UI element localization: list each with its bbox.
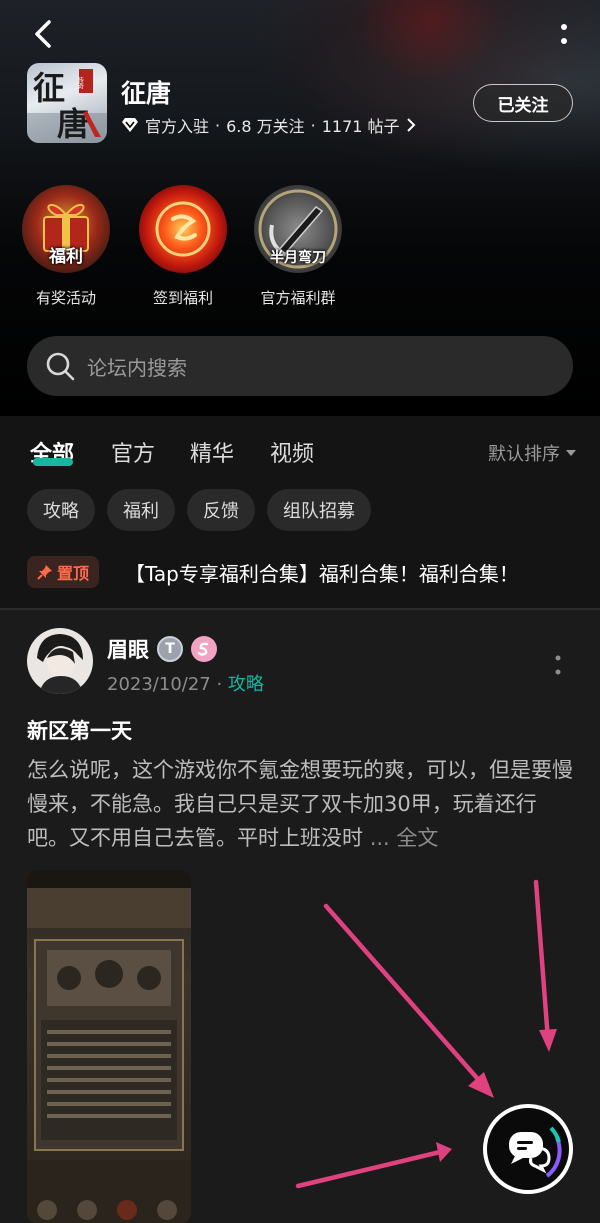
back-button[interactable] [28, 18, 60, 50]
active-tab-indicator [33, 458, 73, 466]
post-date: 2023/10/27 [107, 674, 211, 695]
post-author[interactable]: 眉眼 T [107, 634, 217, 664]
logo-char-1: 征 [33, 69, 65, 107]
chat-fab-button[interactable] [483, 1104, 573, 1194]
pinned-post[interactable]: 置顶 【Tap专享福利合集】福利合集！福利合集！ [27, 555, 573, 589]
post-tag[interactable]: 攻略 [228, 674, 264, 695]
shortcut-icon-text: 福利 [49, 247, 83, 267]
shortcut-official-group[interactable]: 半月弯刀 官方福利群 [254, 185, 342, 308]
shortcut-label: 官方福利群 [260, 289, 336, 307]
post-title: 新区第一天 [27, 719, 132, 743]
author-name: 眉眼 [107, 638, 149, 662]
chip-feedback[interactable]: 反馈 [187, 489, 255, 531]
forum-search-bar[interactable]: 论坛内搜索 [27, 336, 573, 396]
blade-icon: 半月弯刀 [254, 185, 342, 273]
post-body: 怎么说呢，这个游戏你不氪金想要玩的爽，可以，但是要慢慢来，不能急。我自己只是买了… [27, 753, 575, 855]
shortcut-rewards[interactable]: 福利 有奖活动 [22, 185, 110, 308]
forum-header: 征 唐 传奇 征唐 官方入驻 · 6.8 万关注 · 1171 帖子 已关注 福… [0, 0, 600, 416]
shortcut-icon-text: 半月弯刀 [270, 250, 326, 266]
post-body-text: 怎么说呢，这个游戏你不氪金想要玩的爽，可以，但是要慢慢来，不能急。我自己只是买了… [27, 758, 573, 850]
avatar[interactable] [27, 628, 93, 694]
tab-featured[interactable]: 精华 [190, 436, 234, 468]
shortcut-label: 有奖活动 [35, 289, 96, 307]
chip-welfare[interactable]: 福利 [107, 489, 175, 531]
sort-label: 默认排序 [488, 444, 560, 465]
post-more-button[interactable] [554, 654, 562, 676]
checkin-seal-icon [139, 185, 227, 273]
pinned-badge: 置顶 [27, 556, 100, 588]
more-vertical-icon [561, 24, 567, 44]
logo-char-2: 唐 [57, 105, 89, 143]
gift-icon: 福利 [22, 185, 110, 273]
follow-button[interactable]: 已关注 [473, 84, 573, 122]
shortcut-checkin[interactable]: 签到福利 [139, 185, 227, 308]
game-name: 征唐 [121, 79, 172, 108]
shortcut-label: 签到福利 [152, 289, 213, 307]
content-tabs: 全部 官方 精华 视频 默认排序 [0, 416, 600, 486]
logo-char-3: 传奇 [77, 76, 84, 90]
post-image-game-screenshot[interactable] [27, 870, 191, 1223]
tab-video[interactable]: 视频 [270, 436, 314, 468]
forum-meta[interactable]: 官方入驻 · 6.8 万关注 · 1171 帖子 [121, 113, 416, 137]
post-meta: 2023/10/27 · 攻略 [107, 674, 264, 695]
more-vertical-icon [555, 655, 561, 675]
chevron-left-icon [35, 20, 51, 48]
expand-full-text[interactable]: ... 全文 [370, 826, 439, 850]
pinned-title: 【Tap专享福利合集】福利合集！福利合集！ [125, 561, 519, 586]
chip-guide[interactable]: 攻略 [27, 489, 95, 531]
chat-icon [509, 1126, 562, 1178]
diamond-verified-icon [122, 118, 138, 132]
more-options-button[interactable] [558, 22, 570, 48]
caret-down-icon [566, 450, 576, 456]
game-logo[interactable]: 征 唐 传奇 [27, 63, 107, 143]
search-placeholder: 论坛内搜索 [87, 355, 187, 380]
chip-team-recruit[interactable]: 组队招募 [267, 489, 371, 531]
pin-icon [37, 565, 52, 580]
tab-official[interactable]: 官方 [111, 436, 155, 468]
tap-level-badge: T [157, 636, 183, 662]
search-icon [46, 352, 75, 381]
posts-count: 1171 帖子 [321, 117, 400, 136]
game-logo-art: 征 唐 传奇 [27, 69, 107, 143]
swirl-badge-icon [191, 636, 217, 662]
filter-chips: 攻略 福利 反馈 组队招募 [27, 489, 371, 531]
official-label: 官方入驻 [145, 117, 210, 136]
followers-count: 6.8 万关注 [226, 117, 305, 136]
sort-dropdown[interactable]: 默认排序 [488, 440, 576, 466]
chevron-right-icon [406, 118, 415, 132]
